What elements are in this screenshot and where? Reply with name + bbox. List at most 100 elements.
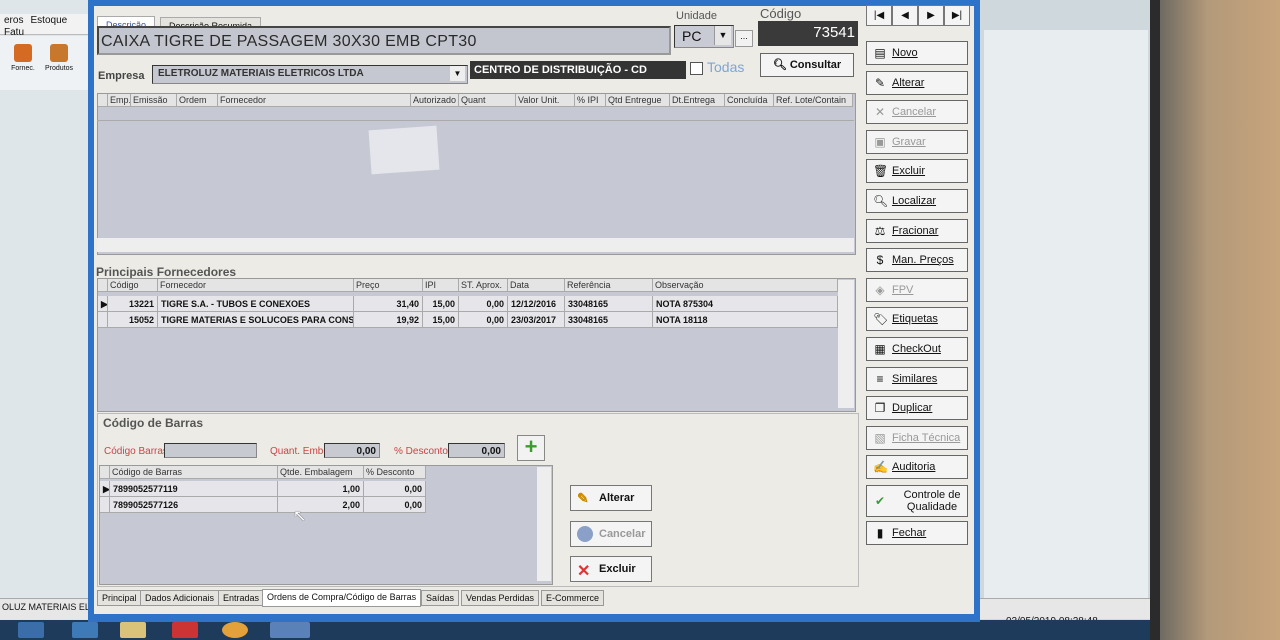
side-button-1[interactable]: ✎ Alterar: [866, 71, 968, 95]
vertical-scrollbar[interactable]: [838, 280, 854, 408]
side-button-4[interactable]: 🗑︎ Excluir: [866, 159, 968, 183]
table-cell[interactable]: 15,00: [423, 296, 459, 312]
nav-last-button[interactable]: ▶|: [944, 5, 970, 26]
side-button-3[interactable]: ▣ Gravar: [866, 130, 968, 154]
table-cell[interactable]: 0,00: [364, 481, 426, 497]
table-cell[interactable]: 33048165: [565, 312, 653, 328]
table-cell[interactable]: 33048165: [565, 296, 653, 312]
unidade-browse-button[interactable]: ...: [735, 30, 753, 47]
table-cell[interactable]: 0,00: [459, 312, 508, 328]
side-button-8[interactable]: ◈ FPV: [866, 278, 968, 302]
side-button-13[interactable]: ▧ Ficha Técnica: [866, 426, 968, 450]
bottom-tab-4[interactable]: Saídas: [421, 590, 460, 606]
column-header[interactable]: Ref. Lote/Contain: [774, 94, 853, 107]
side-button-15[interactable]: ✔ Controle de Qualidade: [866, 485, 968, 517]
table-cell[interactable]: 2,00: [278, 497, 364, 513]
bottom-tab-2[interactable]: Entradas: [218, 590, 265, 606]
nav-next-button[interactable]: ▶: [918, 5, 944, 26]
cancelar-barcode-button[interactable]: Cancelar: [570, 521, 652, 547]
nav-first-button[interactable]: |◀: [866, 5, 892, 26]
column-header[interactable]: Concluída: [725, 94, 774, 107]
pdf-icon[interactable]: [172, 622, 198, 638]
column-header[interactable]: Preço: [354, 279, 423, 292]
side-button-14[interactable]: ✍ Auditoria: [866, 455, 968, 479]
table-cell[interactable]: 15,00: [423, 312, 459, 328]
produtos-tool[interactable]: Produtos: [44, 44, 74, 72]
table-cell[interactable]: 19,92: [354, 312, 423, 328]
column-header[interactable]: Ordem: [177, 94, 218, 107]
table-row[interactable]: [97, 107, 854, 121]
table-cell[interactable]: NOTA 875304: [653, 296, 838, 312]
excluir-barcode-button[interactable]: ✕ Excluir: [570, 556, 652, 582]
consultar-button[interactable]: 🔍︎ Consultar: [760, 53, 854, 77]
column-header[interactable]: Qtd Entregue: [606, 94, 670, 107]
table-cell[interactable]: 31,40: [354, 296, 423, 312]
column-header[interactable]: % Desconto: [364, 466, 426, 479]
column-header[interactable]: Observação: [653, 279, 838, 292]
column-header[interactable]: % IPI: [575, 94, 606, 107]
nav-prev-button[interactable]: ◀: [892, 5, 918, 26]
side-button-10[interactable]: ▦ CheckOut: [866, 337, 968, 361]
column-header[interactable]: Emp.: [108, 94, 131, 107]
horizontal-scrollbar[interactable]: [97, 238, 854, 252]
table-cell[interactable]: 15052: [108, 312, 158, 328]
column-header[interactable]: Dt.Entrega: [670, 94, 725, 107]
column-header[interactable]: Código: [108, 279, 158, 292]
desconto-input[interactable]: 0,00: [448, 443, 505, 458]
column-header[interactable]: Referência: [565, 279, 653, 292]
side-button-0[interactable]: ▤ Novo: [866, 41, 968, 65]
chrome-icon[interactable]: [222, 622, 248, 638]
side-button-12[interactable]: ❐ Duplicar: [866, 396, 968, 420]
side-button-16[interactable]: ▮ Fechar: [866, 521, 968, 545]
table-cell[interactable]: 0,00: [459, 296, 508, 312]
bottom-tab-3[interactable]: Ordens de Compra/Código de Barras: [262, 589, 422, 607]
bottom-tab-1[interactable]: Dados Adicionais: [140, 590, 220, 606]
table-cell[interactable]: 1,00: [278, 481, 364, 497]
column-header[interactable]: Qtde. Embalagem: [278, 466, 364, 479]
folder-icon[interactable]: [120, 622, 146, 638]
side-button-6[interactable]: ⚖ Fracionar: [866, 219, 968, 243]
side-button-11[interactable]: ≡ Similares: [866, 367, 968, 391]
table-cell[interactable]: TIGRE MATERIAS E SOLUCOES PARA CONS: [158, 312, 354, 328]
todas-checkbox[interactable]: [690, 62, 703, 75]
codigo-barras-input[interactable]: [164, 443, 257, 458]
column-header[interactable]: ST. Aprox.: [459, 279, 508, 292]
bottom-tab-5[interactable]: Vendas Perdidas: [461, 590, 540, 606]
table-cell[interactable]: 0,00: [364, 497, 426, 513]
taskbar-app-icon[interactable]: [18, 622, 44, 638]
table-cell[interactable]: 13221: [108, 296, 158, 312]
vertical-scrollbar[interactable]: [537, 467, 551, 581]
column-header[interactable]: Fornecedor: [218, 94, 411, 107]
side-button-9[interactable]: 🏷︎ Etiquetas: [866, 307, 968, 331]
table-cell[interactable]: NOTA 18118: [653, 312, 838, 328]
column-header[interactable]: IPI: [423, 279, 459, 292]
column-header[interactable]: Valor Unit.: [516, 94, 575, 107]
side-button-5[interactable]: 🔍︎ Localizar: [866, 189, 968, 213]
column-header[interactable]: Autorizado: [411, 94, 459, 107]
table-cell[interactable]: TIGRE S.A. - TUBOS E CONEXOES: [158, 296, 354, 312]
split-icon: ⚖: [874, 224, 886, 238]
menu-item[interactable]: eros: [4, 15, 23, 26]
chevron-down-icon[interactable]: ▼: [714, 26, 731, 45]
chevron-down-icon[interactable]: ▼: [450, 66, 465, 81]
taskbar-app-icon[interactable]: [72, 622, 98, 638]
quant-emb-input[interactable]: 0,00: [324, 443, 380, 458]
taskbar-app-is[interactable]: [270, 622, 310, 638]
table-cell[interactable]: 7899052577119: [110, 481, 278, 497]
column-header[interactable]: Emissão: [131, 94, 177, 107]
column-header[interactable]: Data: [508, 279, 565, 292]
table-cell[interactable]: 23/03/2017: [508, 312, 565, 328]
bottom-tab-6[interactable]: E-Commerce: [541, 590, 605, 606]
side-button-7[interactable]: $ Man. Preços: [866, 248, 968, 272]
column-header[interactable]: Quant: [459, 94, 516, 107]
menu-item-estoque[interactable]: Estoque: [31, 15, 68, 26]
side-button-2[interactable]: ✕ Cancelar: [866, 100, 968, 124]
alterar-barcode-button[interactable]: ✎ Alterar: [570, 485, 652, 511]
add-barcode-button[interactable]: +: [517, 435, 545, 461]
table-cell[interactable]: 12/12/2016: [508, 296, 565, 312]
fornec-tool[interactable]: Fornec.: [8, 44, 38, 72]
column-header[interactable]: Código de Barras: [110, 466, 278, 479]
column-header[interactable]: Fornecedor: [158, 279, 354, 292]
bottom-tab-0[interactable]: Principal: [97, 590, 142, 606]
table-cell[interactable]: 7899052577126: [110, 497, 278, 513]
